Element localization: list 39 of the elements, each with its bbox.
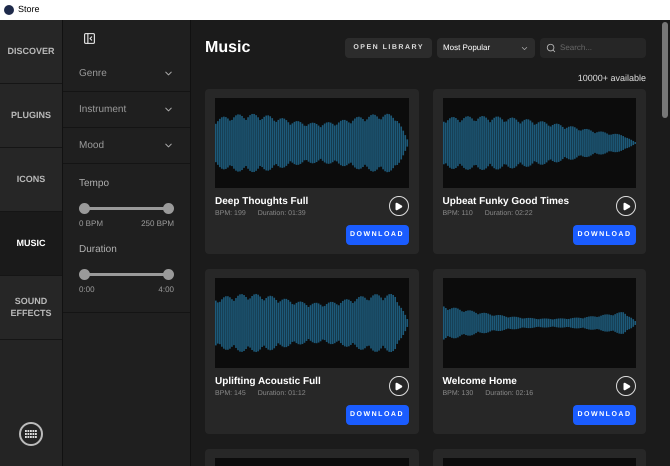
window-title: Store	[18, 3, 40, 16]
filter-dropdown[interactable]: Genre	[63, 56, 190, 92]
search-icon	[546, 43, 556, 53]
sort-dropdown[interactable]: Most Popular	[437, 38, 535, 58]
slider-thumb[interactable]	[163, 203, 174, 214]
available-count: 10000+ available	[578, 72, 646, 85]
track-title: Deep Thoughts Full	[215, 194, 308, 208]
play-icon	[394, 382, 403, 391]
filter-dropdown[interactable]: Instrument	[63, 92, 190, 128]
scrollbar[interactable]	[662, 22, 668, 118]
filter-label: Tempo	[79, 177, 110, 191]
range-slider[interactable]	[79, 269, 174, 280]
play-icon	[394, 202, 403, 211]
track-title: Upbeat Funky Good Times	[442, 194, 569, 208]
range-min-label: 0:00	[79, 284, 95, 296]
range-max-label: 250 BPM	[141, 218, 174, 230]
range-slider[interactable]	[79, 203, 174, 214]
filter-dropdown[interactable]: Mood	[63, 128, 190, 164]
page-title: Music	[205, 38, 250, 58]
nav-tab[interactable]: MUSIC	[0, 212, 62, 276]
play-button[interactable]	[616, 376, 636, 396]
play-icon	[622, 382, 630, 391]
range-min-label: 0 BPM	[79, 218, 104, 230]
play-button[interactable]	[388, 196, 408, 216]
track-title: Welcome Home	[442, 374, 518, 388]
filter-label: Duration	[79, 243, 118, 257]
range-max-label: 4:00	[158, 284, 174, 296]
search-field[interactable]: Search...	[540, 38, 646, 58]
search-input[interactable]: Search...	[560, 42, 640, 54]
slider-thumb[interactable]	[79, 203, 90, 214]
slider-thumb[interactable]	[79, 269, 90, 280]
play-button[interactable]	[616, 196, 636, 216]
track-title: Uplifting Acoustic Full	[215, 374, 321, 388]
grid-menu-icon[interactable]	[19, 422, 43, 446]
play-button[interactable]	[388, 376, 408, 396]
slider-thumb[interactable]	[163, 269, 174, 280]
app-logo-icon	[4, 5, 14, 15]
play-icon	[622, 202, 630, 211]
collapse-panel-icon[interactable]	[83, 32, 96, 44]
